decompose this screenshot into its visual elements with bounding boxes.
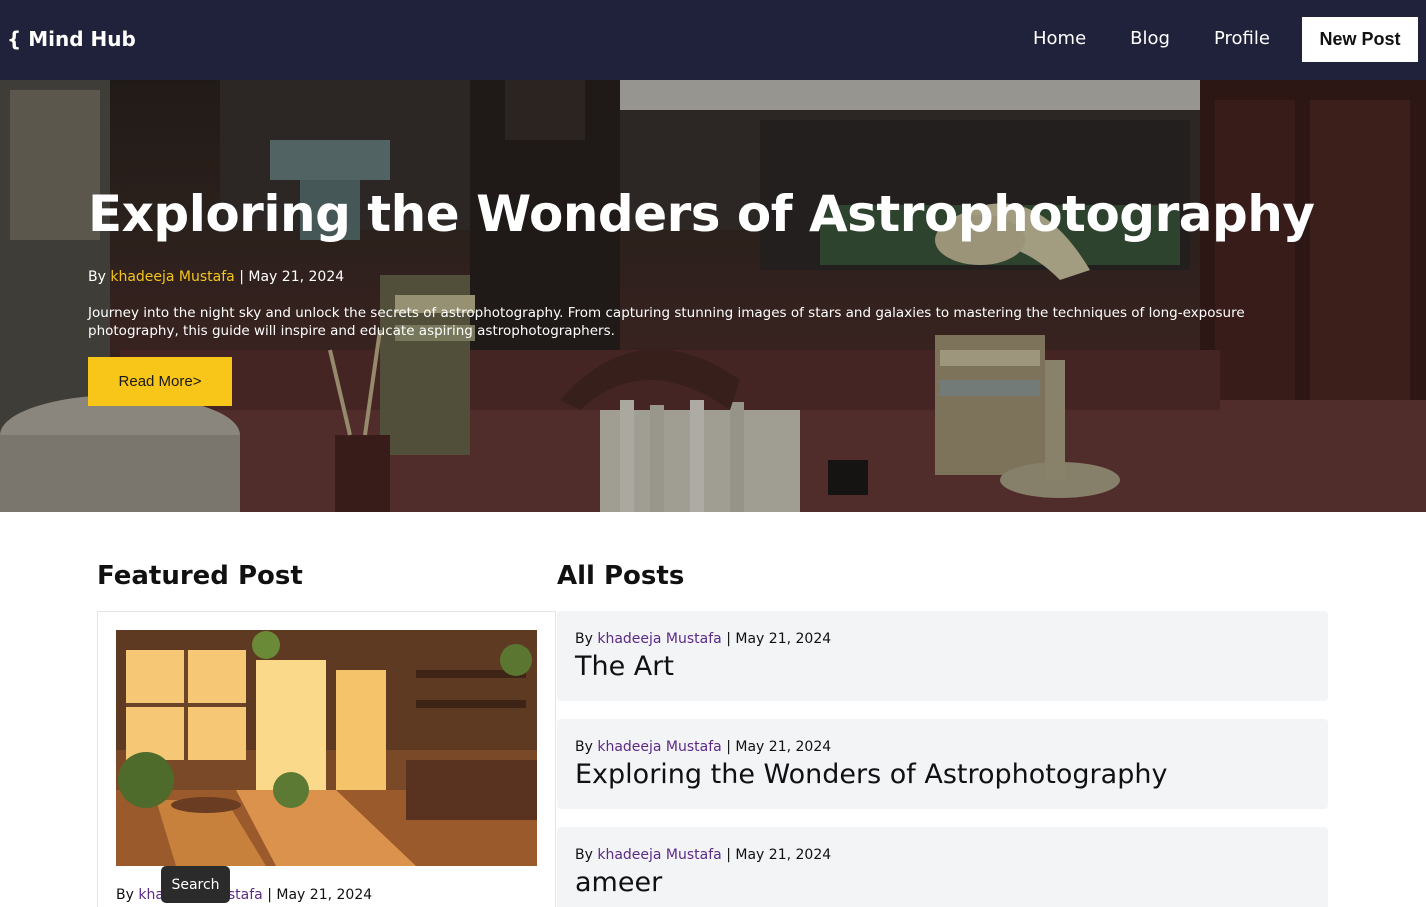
nav-links: Home Blog Profile [1033, 28, 1314, 49]
hero-separator: | [239, 269, 244, 285]
post-by-label: By [575, 847, 593, 863]
post-list-item[interactable]: By khadeeja Mustafa | May 21, 2024 Explo… [557, 719, 1328, 809]
new-post-button[interactable]: New Post [1302, 17, 1418, 62]
featured-post-heading: Featured Post [97, 561, 303, 591]
hero-meta: By khadeeja Mustafa | May 21, 2024 [88, 269, 344, 285]
post-author-link[interactable]: khadeeja Mustafa [597, 631, 721, 647]
post-date: May 21, 2024 [735, 631, 832, 647]
featured-separator: | [267, 887, 272, 903]
post-date: May 21, 2024 [735, 739, 832, 755]
nav-profile-link[interactable]: Profile [1214, 28, 1270, 49]
hero-banner: Exploring the Wonders of Astrophotograph… [0, 80, 1426, 512]
search-tooltip: Search [161, 866, 230, 903]
post-title[interactable]: ameer [575, 867, 662, 898]
post-author-link[interactable]: khadeeja Mustafa [597, 847, 721, 863]
featured-post-meta: By khadeeja Mustafa | May 21, 2024 [116, 887, 372, 903]
post-by-label: By [575, 631, 593, 647]
post-meta: By khadeeja Mustafa | May 21, 2024 [575, 631, 831, 647]
post-separator: | [726, 631, 731, 647]
hero-date: May 21, 2024 [248, 269, 345, 285]
post-meta: By khadeeja Mustafa | May 21, 2024 [575, 739, 831, 755]
post-list-item[interactable]: By khadeeja Mustafa | May 21, 2024 ameer [557, 827, 1328, 907]
all-posts-heading: All Posts [557, 561, 685, 591]
post-date: May 21, 2024 [735, 847, 832, 863]
navbar: { Mind Hub Home Blog Profile New Post [0, 0, 1426, 80]
featured-date: May 21, 2024 [276, 887, 373, 903]
nav-blog-link[interactable]: Blog [1130, 28, 1170, 49]
post-separator: | [726, 847, 731, 863]
post-title[interactable]: The Art [575, 651, 674, 682]
featured-post-image[interactable] [116, 630, 537, 866]
read-more-button[interactable]: Read More> [88, 357, 232, 406]
post-separator: | [726, 739, 731, 755]
hero-title[interactable]: Exploring the Wonders of Astrophotograph… [88, 185, 1315, 243]
cafe-illustration [116, 630, 537, 866]
hero-by-label: By [88, 269, 106, 285]
hero-excerpt: Journey into the night sky and unlock th… [88, 305, 1245, 339]
hero-author-link[interactable]: khadeeja Mustafa [110, 269, 234, 285]
post-title[interactable]: Exploring the Wonders of Astrophotograph… [575, 759, 1167, 790]
nav-home-link[interactable]: Home [1033, 28, 1086, 49]
post-list-item[interactable]: By khadeeja Mustafa | May 21, 2024 The A… [557, 611, 1328, 701]
featured-by-label: By [116, 887, 134, 903]
site-logo[interactable]: { Mind Hub [7, 27, 136, 51]
featured-post-card[interactable]: By khadeeja Mustafa | May 21, 2024 [97, 611, 556, 907]
post-author-link[interactable]: khadeeja Mustafa [597, 739, 721, 755]
hero-overlay [0, 80, 1426, 512]
post-by-label: By [575, 739, 593, 755]
post-meta: By khadeeja Mustafa | May 21, 2024 [575, 847, 831, 863]
